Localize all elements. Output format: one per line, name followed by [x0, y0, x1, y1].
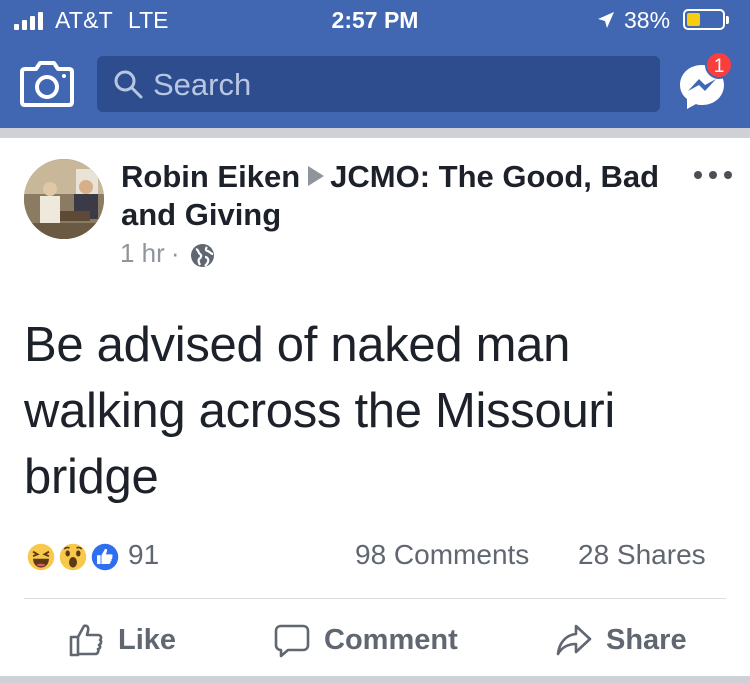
notification-badge: 1 — [705, 51, 733, 79]
comment-icon — [274, 624, 310, 658]
globe-icon — [191, 244, 214, 267]
search-icon — [114, 70, 143, 99]
post-meta: 1 hr · — [120, 238, 185, 269]
battery-icon — [683, 9, 729, 30]
share-arrow-icon — [556, 624, 592, 656]
battery-percent: 38% — [624, 7, 671, 33]
comment-button[interactable]: Comment — [274, 620, 458, 660]
share-label: Share — [606, 623, 687, 656]
haha-icon — [24, 540, 58, 574]
comment-label: Comment — [324, 623, 458, 656]
comments-count[interactable]: 98 Comments — [355, 539, 529, 571]
like-button[interactable]: Like — [68, 620, 176, 660]
post-time[interactable]: 1 hr — [120, 238, 165, 268]
search-placeholder: Search — [153, 67, 252, 102]
author-name[interactable]: Robin Eiken — [121, 159, 300, 194]
status-bar: AT&T LTE 2:57 PM 38% — [0, 0, 750, 40]
avatar[interactable] — [24, 159, 104, 239]
thumbs-up-icon — [69, 624, 103, 657]
meta-separator: · — [170, 238, 180, 268]
separator — [0, 676, 750, 683]
reaction-count[interactable]: 91 — [128, 539, 159, 571]
share-button[interactable]: Share — [556, 620, 687, 660]
divider — [24, 598, 726, 599]
triangle-right-icon — [308, 166, 325, 186]
wow-icon — [56, 540, 90, 574]
like-icon — [88, 540, 122, 574]
search-input[interactable]: Search — [97, 56, 660, 112]
post-text: Be advised of naked man walking across t… — [24, 318, 616, 504]
location-arrow-icon — [598, 12, 614, 28]
more-options-icon[interactable] — [693, 170, 733, 180]
post-author-line: Robin Eiken JCMO: The Good, Bad and Givin… — [121, 158, 681, 234]
shares-count[interactable]: 28 Shares — [578, 539, 706, 571]
separator — [0, 128, 750, 138]
camera-icon[interactable] — [20, 59, 74, 107]
like-label: Like — [118, 623, 177, 656]
